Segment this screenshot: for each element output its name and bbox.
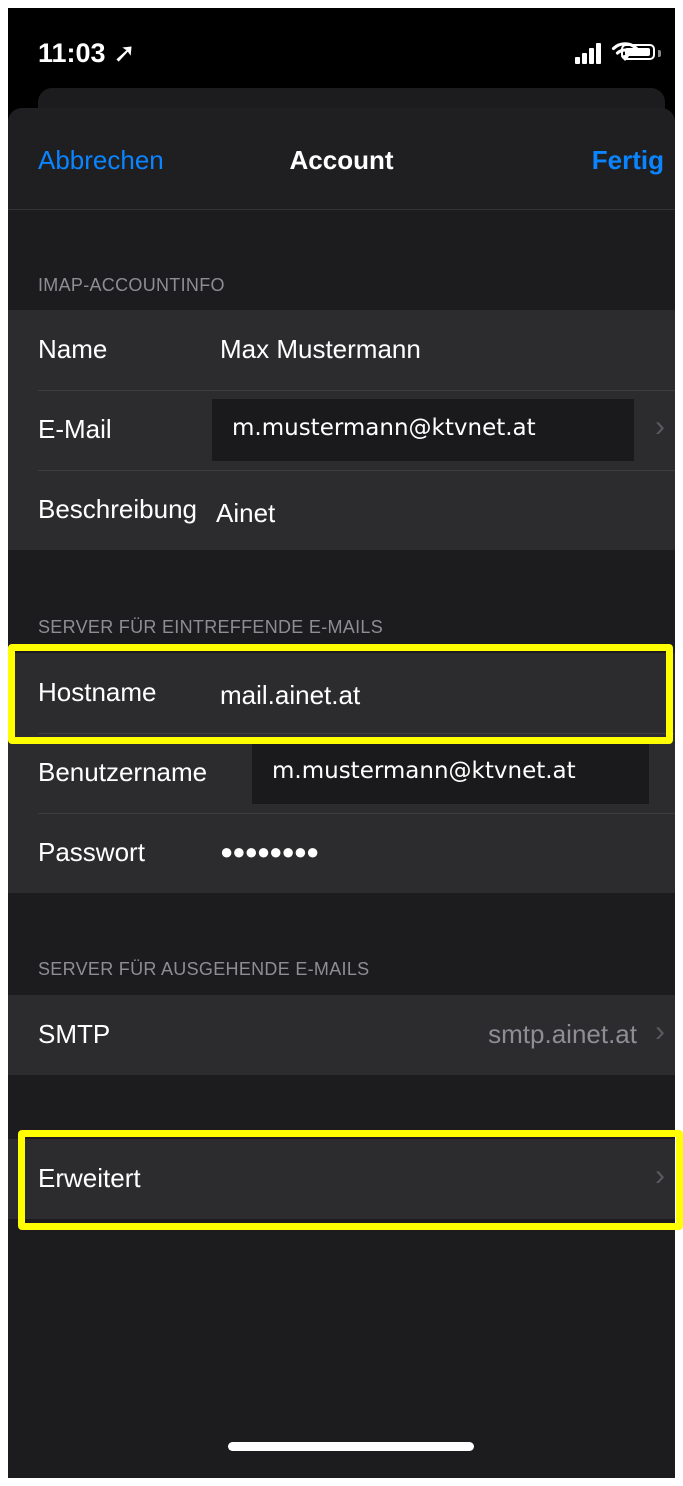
- hostname-highlight-box: [8, 644, 673, 744]
- name-row[interactable]: Name Max Mustermann: [8, 310, 675, 390]
- page-title: Account: [289, 145, 394, 175]
- chevron-right-icon: ›: [655, 410, 665, 443]
- description-value[interactable]: Ainet: [216, 498, 275, 529]
- password-label: Passwort: [38, 837, 145, 867]
- username-field[interactable]: m.mustermann@ktvnet.at: [252, 742, 649, 804]
- chevron-right-icon: ›: [655, 1015, 665, 1048]
- password-row[interactable]: Passwort ●●●●●●●●: [8, 813, 675, 893]
- battery-cap: [658, 50, 661, 57]
- username-label: Benutzername: [38, 757, 208, 787]
- name-value[interactable]: Max Mustermann: [220, 334, 421, 365]
- account-sheet: Abbrechen Account Fertig IMAP-ACCOUNTINF…: [8, 108, 675, 1478]
- battery-icon: [621, 44, 655, 60]
- outgoing-group: SMTP smtp.ainet.at ›: [8, 995, 675, 1075]
- smtp-value: smtp.ainet.at: [488, 1019, 637, 1049]
- password-value[interactable]: ●●●●●●●●: [220, 839, 319, 865]
- email-field[interactable]: m.mustermann@ktvnet.at: [212, 399, 634, 461]
- smtp-row[interactable]: SMTP smtp.ainet.at ›: [8, 995, 675, 1075]
- username-row[interactable]: m.mustermann@ktvnet.at Benutzername: [8, 733, 675, 813]
- outgoing-section-header: SERVER FÜR AUSGEHENDE E-MAILS: [38, 959, 370, 979]
- username-value: m.mustermann@ktvnet.at: [272, 758, 576, 784]
- description-row[interactable]: Beschreibung Ainet: [8, 470, 675, 550]
- email-label: E-Mail: [38, 414, 112, 444]
- cellular-signal-icon: [575, 42, 605, 64]
- home-indicator[interactable]: [228, 1442, 474, 1451]
- description-label: Beschreibung: [38, 494, 197, 524]
- imap-group: Name Max Mustermann m.mustermann@ktvnet.…: [8, 310, 675, 550]
- imap-section-header: IMAP-ACCOUNTINFO: [38, 275, 225, 295]
- done-button[interactable]: Fertig: [592, 145, 664, 176]
- name-label: Name: [38, 334, 108, 364]
- email-row[interactable]: m.mustermann@ktvnet.at E-Mail ›: [8, 390, 675, 470]
- status-icons: [531, 42, 661, 64]
- advanced-highlight-box: [18, 1130, 683, 1230]
- navigation-bar: Abbrechen Account Fertig: [8, 108, 675, 210]
- smtp-label: SMTP: [38, 1019, 111, 1049]
- status-time: 11:03 ➚: [38, 38, 136, 68]
- incoming-section-header: SERVER FÜR EINTREFFENDE E-MAILS: [38, 617, 384, 637]
- email-value: m.mustermann@ktvnet.at: [232, 415, 536, 441]
